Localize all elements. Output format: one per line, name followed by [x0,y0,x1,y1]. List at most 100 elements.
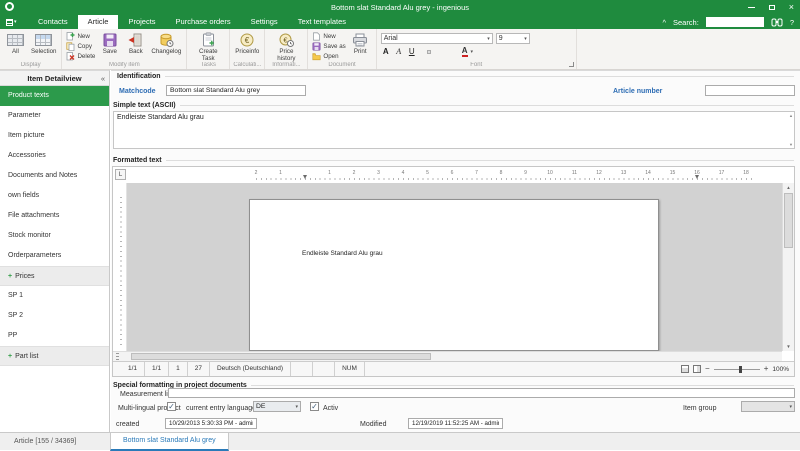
created-label: created [116,421,139,428]
sidebar-item-item-picture[interactable]: Item picture [0,126,109,146]
align-left-button[interactable] [427,50,431,54]
search-input[interactable] [706,17,764,27]
price-history-button[interactable]: € Price history [269,31,303,63]
sidebar-item-stock-monitor[interactable]: Stock monitor [0,226,109,246]
print-button[interactable]: Print [349,31,372,56]
multilingual-checkbox[interactable]: ✓ [167,402,176,411]
collapse-ribbon-icon[interactable]: ^ [662,18,666,27]
tab-settings[interactable]: Settings [241,15,288,29]
sidebar-item-own-fields[interactable]: own fields [0,186,109,206]
selection-button[interactable]: Selection [30,31,57,56]
item-group-select[interactable]: ▾ [741,401,795,412]
font-family-combo[interactable]: Arial ▾ [381,33,493,44]
align-right-button[interactable] [441,50,445,54]
save-button[interactable]: Save [98,31,121,56]
vertical-scrollbar[interactable]: ▲ ▼ [782,183,794,351]
chevron-down-icon: ▾ [295,404,298,410]
activ-checkbox[interactable]: ✓ [310,402,319,411]
tab-article[interactable]: Article [78,15,119,29]
article-number-input[interactable] [705,85,795,96]
sidebar-item-product-texts[interactable]: Product texts [0,86,109,106]
group-label-modify-item: Modify item [62,62,186,68]
zoom-in-icon[interactable]: + [764,362,769,376]
identification-section-header: Identification [117,73,794,80]
page-text[interactable]: Endleiste Standard Alu grau [302,250,383,257]
sidebar-item-prices[interactable]: +Prices [0,266,109,286]
indent-marker[interactable] [303,175,307,179]
document-save-as-button[interactable]: Save as [312,42,345,51]
vertical-ruler [113,183,127,351]
horizontal-ruler: 21123456789101112131415161718 [249,169,759,181]
create-task-button[interactable]: Create Task [191,31,225,63]
tab-projects[interactable]: Projects [118,15,165,29]
delete-item-button[interactable]: Delete [66,52,95,61]
zoom-slider-thumb[interactable] [739,366,742,373]
copy-item-button[interactable]: Copy [66,42,95,51]
page-view-icon[interactable] [681,365,689,373]
changelog-button[interactable]: Changelog [150,31,182,56]
scroll-up-icon[interactable]: ▲ [789,113,793,118]
horizontal-scrollbar[interactable] [113,351,782,361]
all-button[interactable]: All [4,31,27,56]
tab-purchase-orders[interactable]: Purchase orders [166,15,241,29]
scroll-up-icon[interactable]: ▲ [783,183,794,192]
article-list-tab[interactable]: Article [155 / 34369] [14,433,76,451]
scroll-down-icon[interactable]: ▼ [783,342,794,351]
sidebar-item-file-attachments[interactable]: File attachments [0,206,109,226]
current-article-tab[interactable]: Bottom slat Standard Alu grey [110,433,229,451]
document-page[interactable]: Endleiste Standard Alu grau [249,199,659,351]
sidebar-item-documents-and-notes[interactable]: Documents and Notes [0,166,109,186]
chevron-down-icon[interactable]: ▾ [471,49,474,55]
sidebar-item-orderparameters[interactable]: Orderparameters [0,246,109,266]
entry-language-select[interactable]: DE ▾ [253,401,301,412]
sidebar-item-detailview: Item Detailview « Product texts Paramete… [0,70,110,432]
vertical-scroll-thumb[interactable] [784,193,793,248]
align-center-button[interactable] [434,50,438,54]
minimize-icon[interactable] [748,7,755,8]
zoom-out-icon[interactable]: − [705,362,710,376]
svg-text:€: € [245,36,250,45]
splitter-grip-icon[interactable] [116,353,119,360]
font-dialog-launcher-icon[interactable] [569,62,574,67]
new-item-button[interactable]: New [66,32,95,41]
align-justify-button[interactable] [448,50,452,54]
tab-contacts[interactable]: Contacts [28,15,78,29]
tab-text-templates[interactable]: Text templates [288,15,356,29]
sidebar-item-sp2[interactable]: SP 2 [0,306,109,326]
main-panel: Identification Matchcode Article number … [111,70,800,432]
font-size-combo[interactable]: 9 ▾ [496,33,530,44]
tabstop-selector-button[interactable]: L [115,169,126,180]
bold-button[interactable]: A [381,46,391,57]
application-menu-button[interactable]: ▾ [6,17,22,27]
document-new-button[interactable]: New [312,32,345,41]
chevron-down-icon: ▾ [487,36,490,42]
underline-button[interactable]: U [407,46,417,57]
sidebar-item-accessories[interactable]: Accessories [0,146,109,166]
sidebar-item-sp1[interactable]: SP 1 [0,286,109,306]
help-icon[interactable]: ? [790,18,794,27]
binoculars-icon[interactable] [771,18,783,27]
sidebar-item-parameter[interactable]: Parameter [0,106,109,126]
two-page-view-icon[interactable] [693,365,701,373]
font-color-button[interactable]: A [462,46,468,57]
document-open-button[interactable]: Open [312,52,345,61]
back-button[interactable]: Back [124,31,147,56]
zoom-slider[interactable] [714,366,760,373]
euro-clock-icon: € [279,32,294,47]
matchcode-input[interactable] [166,85,306,96]
window-title: Bottom slat Standard Alu grey - ingeniou… [0,0,800,15]
horizontal-scroll-thumb[interactable] [131,353,431,360]
ruler-number: 16 [694,170,700,176]
sidebar-item-pp[interactable]: PP [0,326,109,346]
italic-button[interactable]: A [394,46,404,57]
sidebar-item-part-list[interactable]: +Part list [0,346,109,366]
scroll-down-icon[interactable]: ▼ [789,142,793,147]
measurement-line-input[interactable] [168,388,795,398]
folder-open-icon [312,52,321,61]
maximize-icon[interactable] [769,5,775,10]
simple-text-area[interactable]: Endleiste Standard Alu grau ▲ ▼ [113,111,795,149]
sidebar-collapse-icon[interactable]: « [101,71,105,86]
priceinfo-button[interactable]: € Priceinfo [234,31,260,56]
close-icon[interactable]: × [789,0,794,15]
ribbon-group-document: New Save as Open Print Document [308,29,376,69]
